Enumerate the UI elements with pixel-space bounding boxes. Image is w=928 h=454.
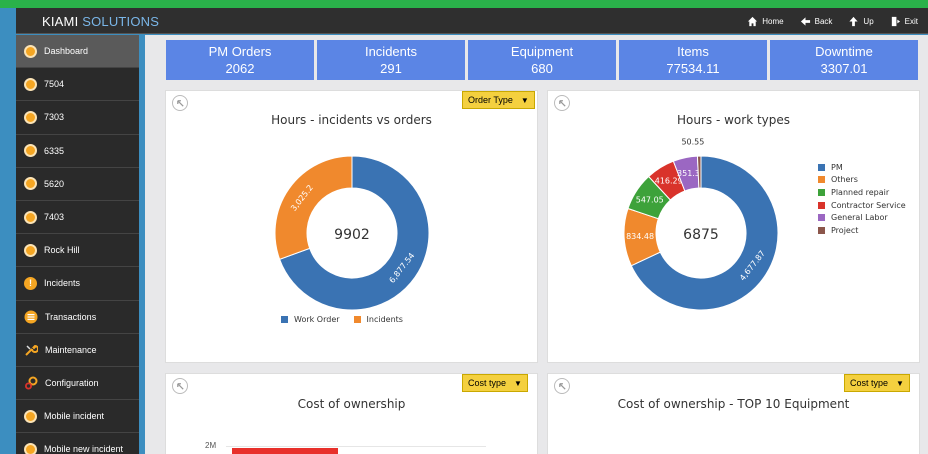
- exit-button[interactable]: Exit: [884, 12, 924, 30]
- bar: [232, 448, 338, 454]
- data-label: 416.29: [655, 177, 683, 186]
- wrench-icon: [25, 344, 38, 356]
- chevron-down-icon: ▼: [514, 378, 522, 388]
- legend-item-planned-repair[interactable]: Planned repair: [818, 186, 906, 199]
- donut-segment-incidents[interactable]: [274, 155, 353, 260]
- donut-center-total: 9902: [334, 227, 370, 243]
- kpi-downtime[interactable]: Downtime 3307.01: [770, 40, 918, 80]
- sidebar-item-configuration[interactable]: Configuration: [16, 367, 139, 401]
- card-cost-of-ownership: Cost type ▼ Cost of ownership 2M: [165, 373, 538, 454]
- sidebar-item-7504[interactable]: 7504: [16, 68, 139, 102]
- gears-icon: [25, 376, 38, 390]
- arrow-left-icon: [800, 16, 810, 26]
- top-bar: KIAMI SOLUTIONS Home Back Up Exit: [16, 8, 928, 34]
- data-label: 50.55: [681, 138, 704, 147]
- gridline: [226, 446, 486, 447]
- circle-icon: [24, 210, 37, 224]
- kpi-equipment[interactable]: Equipment 680: [468, 40, 616, 80]
- circle-icon: [24, 177, 37, 191]
- circle-icon: [24, 77, 37, 91]
- sidebar-item-rock-hill[interactable]: Rock Hill: [16, 234, 139, 268]
- sidebar-item-5620[interactable]: 5620: [16, 168, 139, 201]
- kpi-incidents[interactable]: Incidents 291: [317, 40, 465, 80]
- sidebar-item-7303[interactable]: 7303: [16, 101, 139, 135]
- sidebar: Dashboard 7504 7303 6335 5620 7403 Rock …: [16, 35, 139, 454]
- circle-icon: [24, 44, 37, 58]
- expand-icon: [176, 382, 184, 390]
- legend-item-project[interactable]: Project: [818, 224, 906, 237]
- data-label: 351.3: [677, 169, 700, 178]
- arrow-up-icon: [849, 16, 859, 26]
- alert-icon: !: [24, 276, 37, 290]
- card-hours-work-types: Hours - work types 4,677.87 834.48 547.05 4…: [547, 90, 920, 363]
- main-content: PM Orders 2062 Incidents 291 Equipment 6…: [145, 35, 928, 454]
- data-label: 834.48: [626, 232, 654, 241]
- sidebar-item-mobile-new-incident[interactable]: Mobile new incident: [16, 433, 139, 454]
- donut-2-segments: 4,677.87834.48547.05416.29351.350.55: [623, 138, 779, 311]
- y-axis-tick: 2M: [205, 441, 217, 450]
- chart-title: Cost of ownership - TOP 10 Equipment: [617, 397, 850, 411]
- sidebar-item-incidents[interactable]: ! Incidents: [16, 267, 139, 301]
- legend: PM Others Planned repair Contractor Serv…: [818, 161, 906, 237]
- card-hours-incidents-orders: Order Type ▼ Hours - incidents vs orders…: [165, 90, 538, 363]
- sidebar-item-dashboard[interactable]: Dashboard: [16, 35, 139, 69]
- legend-item-incidents[interactable]: Incidents: [353, 315, 403, 324]
- list-icon: [24, 310, 38, 324]
- expand-icon: [558, 382, 566, 390]
- legend-item-others[interactable]: Others: [818, 174, 906, 187]
- circle-icon: [24, 243, 37, 257]
- sidebar-item-maintenance[interactable]: Maintenance: [16, 334, 139, 367]
- brand-logo: KIAMI SOLUTIONS: [42, 14, 160, 29]
- sidebar-item-7403[interactable]: 7403: [16, 201, 139, 235]
- legend-item-general-labor[interactable]: General Labor: [818, 211, 906, 224]
- kpi-pm-orders[interactable]: PM Orders 2062: [166, 40, 314, 80]
- legend: Work Order Incidents: [281, 315, 403, 324]
- legend-item-work-order[interactable]: Work Order: [281, 315, 340, 324]
- kpi-items[interactable]: Items 77534.11: [619, 40, 767, 80]
- back-button[interactable]: Back: [794, 12, 839, 30]
- exit-icon: [891, 16, 900, 26]
- expand-button[interactable]: [172, 378, 188, 394]
- sidebar-item-transactions[interactable]: Transactions: [16, 301, 139, 334]
- top-nav: Home Back Up Exit: [741, 12, 924, 30]
- legend-item-contractor-service[interactable]: Contractor Service: [818, 199, 906, 212]
- home-icon: [748, 16, 758, 26]
- circle-icon: [24, 144, 37, 158]
- donut-center-total: 6875: [683, 227, 719, 243]
- expand-button[interactable]: [554, 378, 570, 394]
- cost-type-dropdown[interactable]: Cost type ▼: [844, 374, 910, 392]
- sidebar-item-mobile-incident[interactable]: Mobile incident: [16, 400, 139, 434]
- circle-icon: [24, 442, 37, 454]
- home-button[interactable]: Home: [741, 12, 789, 30]
- card-cost-top10-equipment: Cost type ▼ Cost of ownership - TOP 10 E…: [547, 373, 920, 454]
- legend-item-pm[interactable]: PM: [818, 161, 906, 174]
- circle-icon: [24, 110, 37, 124]
- cost-type-dropdown[interactable]: Cost type ▼: [462, 374, 528, 392]
- chevron-down-icon: ▼: [896, 378, 904, 388]
- circle-icon: [24, 409, 37, 423]
- top-accent-strip: [0, 0, 928, 8]
- up-button[interactable]: Up: [842, 12, 879, 30]
- data-label: 547.05: [636, 195, 664, 204]
- chart-title: Cost of ownership: [297, 397, 406, 411]
- sidebar-item-6335[interactable]: 6335: [16, 135, 139, 168]
